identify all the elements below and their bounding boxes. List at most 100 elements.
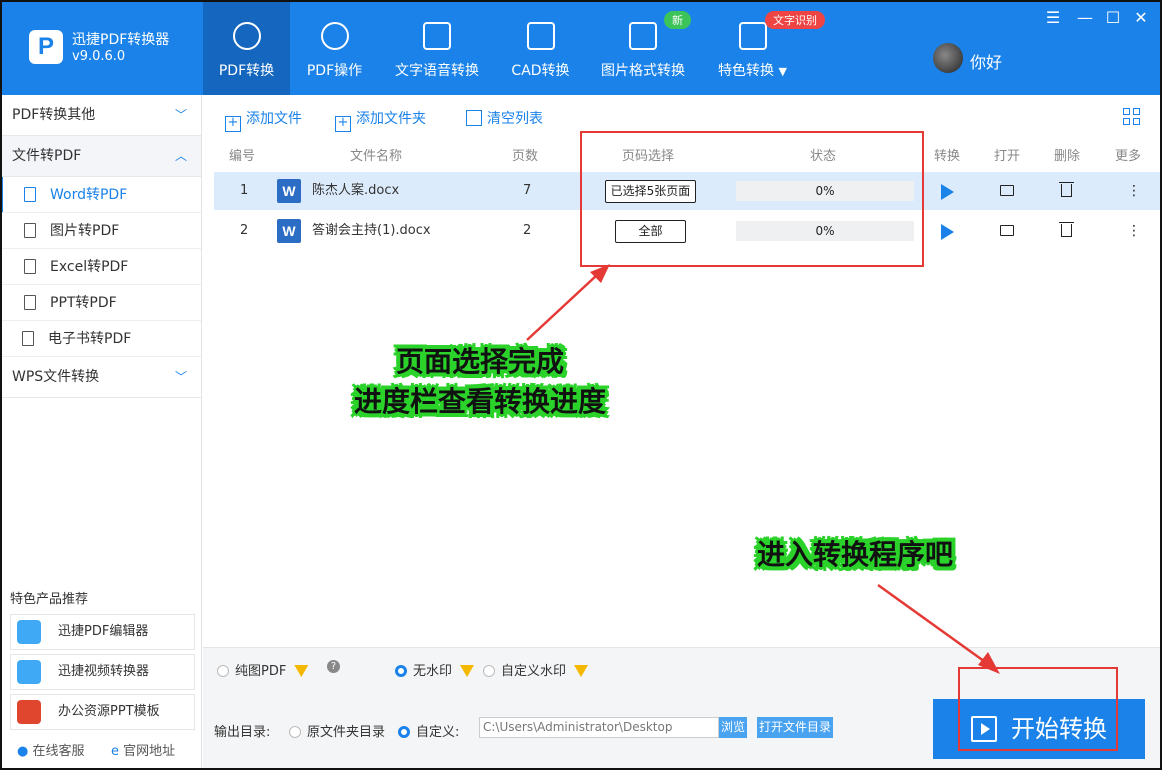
- add-folder-button[interactable]: + 添加文件夹: [335, 108, 426, 132]
- sidebar-group-pdf-other[interactable]: PDF转换其他 ﹀: [0, 95, 201, 136]
- add-file-icon: +: [225, 116, 241, 132]
- pure-pdf-option[interactable]: 纯图PDF: [217, 660, 309, 679]
- minimize-icon[interactable]: —: [1074, 8, 1096, 27]
- promo-pdf-editor[interactable]: 迅捷PDF编辑器: [10, 614, 195, 650]
- item-label: Word转PDF: [50, 187, 128, 203]
- annotation-line: 进度栏查看转换进度: [353, 385, 606, 418]
- image-icon: [629, 22, 657, 50]
- footer-label: 官网地址: [123, 744, 176, 759]
- header-filename: 文件名称: [350, 149, 403, 164]
- promo-title: 特色产品推荐: [10, 592, 89, 607]
- grid-view-icon[interactable]: [1123, 108, 1141, 126]
- maximize-icon[interactable]: ☐: [1102, 8, 1124, 27]
- promo-ppt-template[interactable]: 办公资源PPT模板: [10, 694, 195, 730]
- star-convert-icon: [738, 22, 767, 50]
- sidebar-group-file-to-pdf[interactable]: 文件转PDF ︿: [0, 136, 201, 177]
- tab-text-speech[interactable]: 文字语音转换: [387, 0, 487, 95]
- avatar[interactable]: [933, 43, 963, 73]
- chevron-down-icon: ﹀: [174, 108, 187, 122]
- sidebar-item-excel-to-pdf[interactable]: Excel转PDF: [0, 249, 201, 285]
- tab-pdf-convert[interactable]: PDF转换: [203, 0, 290, 95]
- tab-label: 图片格式转换: [601, 63, 685, 79]
- vip-diamond-icon: [574, 665, 589, 677]
- option-label: 原文件夹目录: [307, 725, 386, 740]
- header-num: 编号: [229, 149, 256, 164]
- custom-watermark-option[interactable]: 自定义水印: [483, 660, 589, 679]
- header-open: 打开: [994, 149, 1021, 164]
- user-name[interactable]: 你好: [970, 49, 1002, 73]
- ppt-template-icon: [17, 700, 41, 724]
- ocr-badge: 文字识别: [765, 11, 825, 29]
- output-dir-label: 输出目录:: [214, 725, 271, 740]
- tab-pdf-operation[interactable]: PDF操作: [291, 0, 378, 95]
- chevron-down-icon: ﹀: [174, 370, 187, 384]
- row-filename: 陈杰人案.docx: [312, 183, 400, 198]
- add-folder-icon: +: [335, 116, 351, 132]
- file-icon: [24, 187, 36, 202]
- page-selection-button[interactable]: 已选择5张页面: [605, 180, 696, 203]
- tab-label: 文字语音转换: [395, 63, 479, 79]
- group-label: WPS文件转换: [12, 369, 100, 385]
- chevron-up-icon: ︿: [174, 149, 187, 163]
- close-icon[interactable]: ✕: [1130, 8, 1152, 27]
- trash-icon[interactable]: [1059, 222, 1074, 237]
- trash-icon[interactable]: [1059, 182, 1074, 197]
- header-pages: 页数: [512, 149, 539, 164]
- browse-button[interactable]: 浏览: [719, 717, 747, 738]
- sidebar-group-wps[interactable]: WPS文件转换 ﹀: [0, 357, 201, 398]
- play-icon[interactable]: [941, 224, 954, 240]
- header-convert: 转换: [934, 149, 961, 164]
- video-converter-icon: [17, 660, 41, 684]
- folder-open-icon[interactable]: [1000, 185, 1014, 196]
- help-icon[interactable]: ?: [327, 660, 340, 673]
- main-panel: + 添加文件 + 添加文件夹 清空列表 编号 文件名称 页数 页码选择 状态 转换 …: [203, 95, 1162, 770]
- play-icon: [971, 716, 997, 742]
- file-icon: [24, 295, 36, 310]
- promo-label: 迅捷PDF编辑器: [58, 624, 149, 639]
- table-row[interactable]: 1 W 陈杰人案.docx 7 已选择5张页面 0% ⋮: [214, 172, 1162, 210]
- open-folder-button[interactable]: 打开文件目录: [757, 717, 833, 738]
- trash-icon: [466, 110, 482, 126]
- original-folder-option[interactable]: 原文件夹目录: [289, 721, 385, 740]
- folder-open-icon[interactable]: [1000, 225, 1014, 236]
- online-service-link[interactable]: ● 在线客服: [17, 740, 85, 759]
- more-icon[interactable]: ⋮: [1127, 172, 1141, 210]
- cad-icon: [526, 22, 555, 50]
- table-row[interactable]: 2 W 答谢会主持(1).docx 2 全部 0% ⋮: [214, 212, 1162, 250]
- vip-diamond-icon: [294, 665, 309, 677]
- menu-icon[interactable]: ☰: [1042, 8, 1064, 27]
- pdf-editor-icon: [17, 620, 41, 644]
- app-name: 迅捷PDF转换器: [72, 32, 170, 48]
- sidebar-item-image-to-pdf[interactable]: 图片转PDF: [0, 213, 201, 249]
- annotation-line: 页面选择完成: [395, 345, 564, 378]
- ebook-icon: [22, 331, 34, 346]
- no-watermark-option[interactable]: 无水印: [395, 660, 475, 679]
- output-path-input[interactable]: C:\Users\Administrator\Desktop: [479, 717, 719, 738]
- word-file-icon: W: [277, 179, 301, 203]
- website-link[interactable]: e 官网地址: [111, 740, 175, 759]
- header-delete: 删除: [1054, 149, 1081, 164]
- promo-video-converter[interactable]: 迅捷视频转换器: [10, 654, 195, 690]
- button-label: 清空列表: [487, 111, 543, 127]
- clear-list-button[interactable]: 清空列表: [466, 108, 543, 128]
- sidebar-item-ebook-to-pdf[interactable]: 电子书转PDF: [0, 321, 201, 357]
- more-icon[interactable]: ⋮: [1127, 212, 1141, 250]
- radio-icon: [483, 665, 495, 677]
- sidebar-item-word-to-pdf[interactable]: Word转PDF: [0, 177, 201, 213]
- play-icon[interactable]: [941, 184, 954, 200]
- sidebar-item-ppt-to-pdf[interactable]: PPT转PDF: [0, 285, 201, 321]
- item-label: 电子书转PDF: [48, 331, 132, 347]
- start-convert-button[interactable]: 开始转换: [933, 699, 1145, 759]
- radio-icon: [289, 726, 301, 738]
- header-status: 状态: [810, 149, 837, 164]
- annotation-text: 进入转换程序吧: [756, 538, 953, 571]
- app-version: v9.0.6.0: [72, 49, 126, 64]
- tab-label: PDF操作: [306, 63, 363, 79]
- custom-folder-option[interactable]: 自定义:: [398, 721, 459, 740]
- page-selection-button[interactable]: 全部: [615, 220, 686, 243]
- header-page-selection: 页码选择: [622, 149, 675, 164]
- tab-cad-convert[interactable]: CAD转换: [497, 0, 584, 95]
- add-file-button[interactable]: + 添加文件: [225, 108, 302, 132]
- row-num: 1: [240, 183, 249, 198]
- annotation-text: 页面选择完成 进度栏查看转换进度: [330, 342, 630, 422]
